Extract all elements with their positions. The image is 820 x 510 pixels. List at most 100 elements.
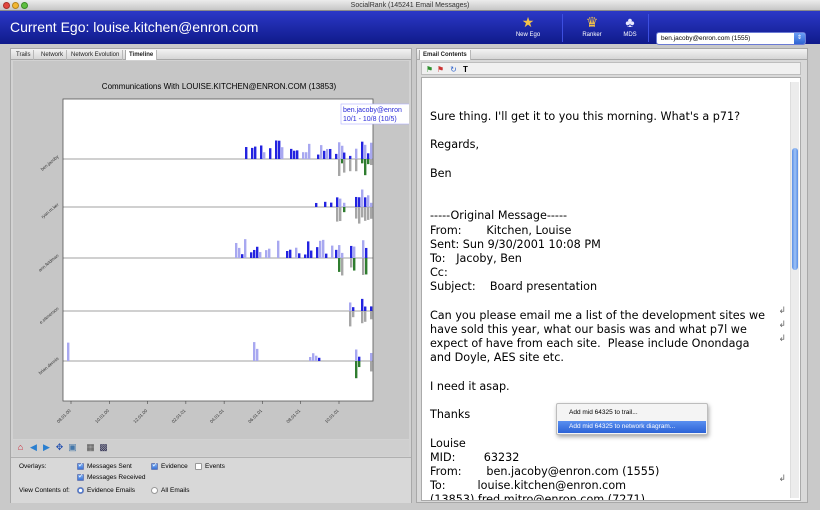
evidence-checkbox[interactable]: ✓ bbox=[151, 462, 158, 470]
messages-sent-checkbox[interactable]: ✓ bbox=[77, 462, 84, 470]
home-icon[interactable]: ⌂ bbox=[15, 442, 26, 453]
tab-email-contents[interactable]: Email Contents bbox=[419, 50, 471, 60]
sent-bar bbox=[289, 249, 292, 258]
sent-bar bbox=[281, 147, 284, 159]
text-format-icon[interactable]: T bbox=[460, 64, 471, 75]
ranker-button[interactable]: ♛ Ranker bbox=[572, 13, 612, 43]
email-tabs: Email Contents bbox=[417, 49, 807, 60]
refresh-icon[interactable]: ↻ bbox=[448, 64, 459, 75]
messages-sent-label: Messages Sent bbox=[87, 463, 132, 470]
tab-network-evolution[interactable]: Network Evolution bbox=[68, 50, 124, 60]
sent-bar bbox=[338, 245, 341, 258]
ego-select[interactable]: ben.jacoby@enron.com (1555) ⇕ bbox=[656, 32, 806, 45]
back-icon[interactable]: ◀ bbox=[28, 442, 39, 453]
sent-bar bbox=[361, 189, 364, 207]
sent-bar bbox=[323, 150, 326, 159]
date-tick-label: 02.01.01 bbox=[171, 408, 187, 424]
all-emails-radio[interactable] bbox=[151, 487, 158, 494]
received-bar bbox=[361, 311, 364, 324]
sent-bar bbox=[365, 247, 368, 258]
received-bar bbox=[362, 258, 365, 275]
view-tabs: Trails Network Network Evolution Timelin… bbox=[11, 49, 411, 60]
add-to-network-diagram-menu-item[interactable]: Add mid 64325 to network diagram... bbox=[558, 421, 706, 433]
sent-bar bbox=[324, 201, 327, 207]
sent-bar bbox=[298, 253, 301, 258]
sent-bar bbox=[277, 240, 280, 258]
sent-bar bbox=[370, 202, 373, 207]
sent-bar bbox=[330, 202, 333, 207]
sent-bar bbox=[343, 202, 346, 207]
chart-toolbar: ⌂ ◀ ▶ ✥ ▣ ▦ ▩ bbox=[13, 440, 409, 456]
timeline-panel: Trails Network Network Evolution Timelin… bbox=[10, 48, 412, 503]
timeline-row-label: ben.jacoby bbox=[40, 153, 60, 171]
sent-bar bbox=[352, 307, 355, 311]
tab-network[interactable]: Network bbox=[38, 50, 68, 60]
sent-bar bbox=[355, 349, 358, 361]
sent-bar bbox=[304, 254, 307, 258]
zoom-rect-icon[interactable]: ▣ bbox=[67, 442, 78, 453]
sent-bar bbox=[275, 140, 278, 159]
scrollbar-thumb[interactable] bbox=[792, 148, 798, 270]
received-bar bbox=[370, 311, 373, 320]
app-header: Current Ego: louise.kitchen@enron.com ★ … bbox=[0, 11, 820, 45]
sent-bar bbox=[339, 198, 342, 207]
sent-bar bbox=[254, 146, 257, 159]
sent-bar bbox=[364, 306, 367, 311]
received-bar bbox=[367, 159, 370, 165]
received-bar bbox=[361, 159, 364, 164]
save-icon[interactable]: ▩ bbox=[98, 442, 109, 453]
sent-bar bbox=[370, 353, 373, 361]
current-ego-label: Current Ego: louise.kitchen@enron.com bbox=[10, 19, 259, 35]
email-content-area[interactable]: Sure thing. I'll get it to you this morn… bbox=[421, 77, 801, 501]
sent-bar bbox=[312, 353, 315, 361]
email-scrollbar[interactable] bbox=[790, 82, 799, 498]
sent-bar bbox=[320, 145, 323, 159]
sent-bar bbox=[329, 148, 332, 159]
date-tick-label: 08.01.01 bbox=[285, 408, 301, 424]
received-bar bbox=[338, 258, 341, 272]
sent-bar bbox=[315, 202, 318, 207]
evidence-emails-radio[interactable] bbox=[77, 487, 84, 494]
app-window: SocialRank (145241 Email Messages) Curre… bbox=[0, 0, 820, 510]
sent-bar bbox=[307, 241, 310, 258]
tab-trails[interactable]: Trails bbox=[13, 50, 35, 60]
received-bar bbox=[341, 258, 344, 276]
timeline-chart[interactable]: Communications With LOUISE.KITCHEN@ENRON… bbox=[13, 61, 409, 439]
window-titlebar: SocialRank (145241 Email Messages) bbox=[0, 0, 820, 11]
person-star-icon: ★ bbox=[521, 14, 535, 30]
sent-bar bbox=[260, 145, 263, 159]
sent-bar bbox=[335, 153, 338, 159]
configure-icon[interactable]: ▦ bbox=[85, 442, 96, 453]
date-tick-label: 06.01.01 bbox=[247, 408, 263, 424]
sent-bar bbox=[355, 148, 358, 159]
sent-bar bbox=[343, 152, 346, 159]
context-menu: Add mid 64325 to trail... Add mid 64325 … bbox=[556, 403, 708, 435]
wrap-arrow-icon: ↲ bbox=[778, 473, 786, 483]
sent-bar bbox=[238, 247, 241, 258]
mds-button[interactable]: ♣ MDS bbox=[610, 13, 650, 43]
new-ego-button[interactable]: ★ New Ego bbox=[508, 13, 548, 43]
new-ego-label: New Ego bbox=[515, 32, 541, 38]
sent-bar bbox=[370, 142, 373, 159]
sent-bar bbox=[244, 239, 247, 258]
sent-bar bbox=[265, 250, 268, 258]
pan-icon[interactable]: ✥ bbox=[54, 442, 65, 453]
received-bar bbox=[336, 207, 339, 222]
tooltip-line1: ben.jacoby@enron bbox=[343, 107, 402, 114]
mds-label: MDS bbox=[623, 32, 637, 38]
sent-bar bbox=[361, 141, 364, 159]
forward-icon[interactable]: ▶ bbox=[41, 442, 52, 453]
events-checkbox[interactable] bbox=[195, 463, 202, 470]
sent-bar bbox=[290, 148, 293, 159]
unmark-evidence-icon[interactable]: ⚑ bbox=[435, 64, 446, 75]
received-bar bbox=[364, 159, 367, 176]
sent-bar bbox=[350, 245, 353, 258]
messages-received-checkbox[interactable]: ✓ bbox=[77, 473, 84, 481]
email-body: Sure thing. I'll get it to you this morn… bbox=[430, 110, 766, 501]
add-to-trail-menu-item[interactable]: Add mid 64325 to trail... bbox=[558, 407, 706, 419]
sent-bar bbox=[245, 147, 248, 159]
sent-bar bbox=[318, 357, 321, 361]
sent-bar bbox=[256, 348, 259, 361]
mark-evidence-icon[interactable]: ⚑ bbox=[424, 64, 435, 75]
tab-timeline[interactable]: Timeline bbox=[125, 50, 158, 60]
